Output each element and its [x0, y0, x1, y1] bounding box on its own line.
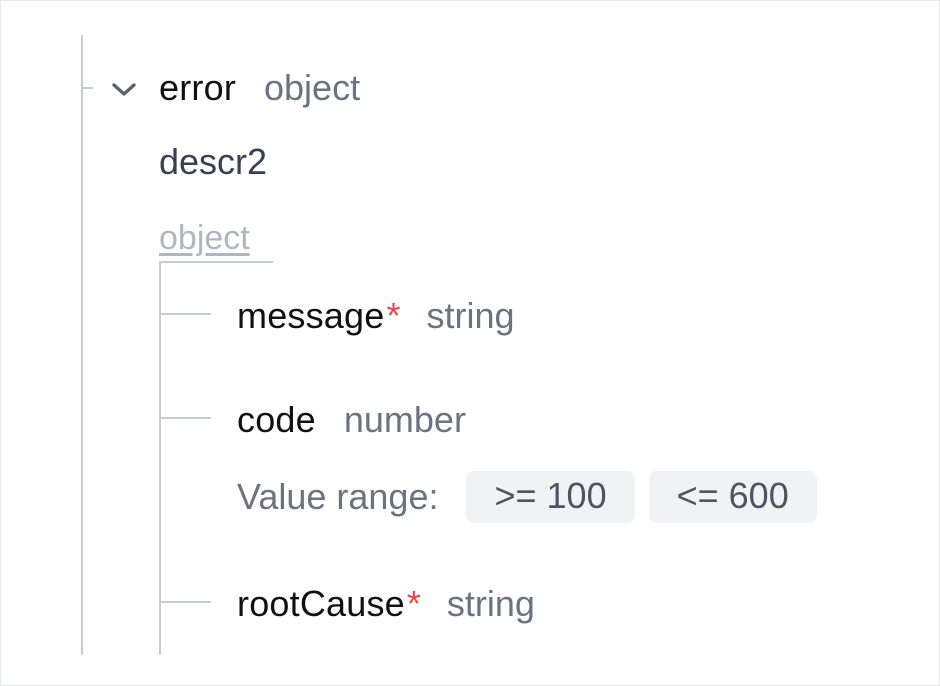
tree-branch — [161, 313, 211, 315]
tree-tick-outer — [83, 87, 93, 89]
property-description: descr2 — [159, 141, 268, 182]
tree-rail-outer — [81, 35, 83, 655]
property-row-code[interactable]: code number — [237, 399, 466, 441]
range-min-chip: >= 100 — [466, 471, 635, 523]
value-range: Value range: >= 100 <= 600 — [237, 471, 831, 523]
chevron-down-icon[interactable] — [109, 75, 139, 105]
schema-panel: error object descr2 object message * str… — [0, 0, 940, 686]
property-type: number — [343, 399, 466, 440]
tree-rail-inner-cap — [159, 261, 273, 263]
property-row-rootcause[interactable]: rootCause * string — [237, 583, 535, 625]
property-type: object — [264, 67, 361, 108]
tree-branch — [161, 601, 211, 603]
property-row-message[interactable]: message * string — [237, 295, 515, 337]
object-type-link[interactable]: object — [159, 219, 250, 258]
range-max-chip: <= 600 — [648, 471, 817, 523]
tree-branch — [161, 417, 211, 419]
required-marker: * — [386, 295, 401, 336]
tree-rail-inner — [159, 261, 161, 655]
property-type: string — [446, 583, 535, 624]
property-name: error — [159, 67, 237, 108]
property-name: code — [237, 399, 316, 440]
value-range-label: Value range: — [237, 476, 439, 517]
required-marker: * — [406, 583, 421, 624]
property-type: string — [426, 295, 515, 336]
property-row-error[interactable]: error object — [159, 67, 360, 109]
property-name: message — [237, 295, 385, 336]
property-name: rootCause — [237, 583, 405, 624]
